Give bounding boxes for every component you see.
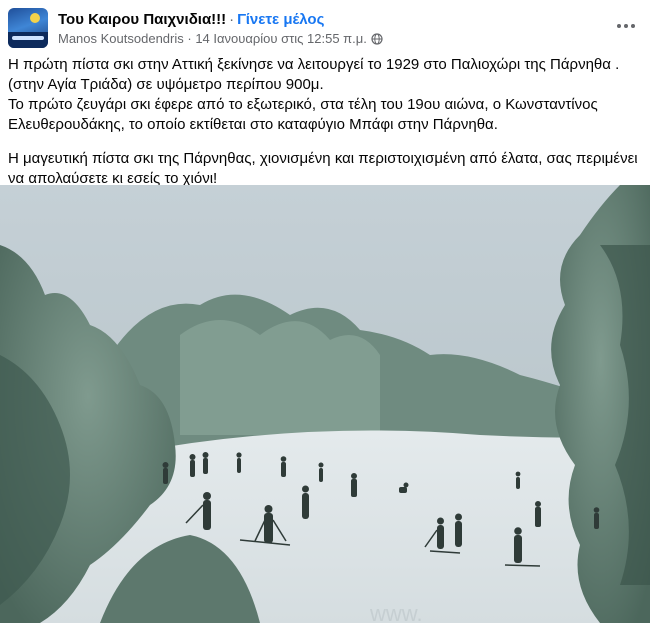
mid-trees-shape bbox=[180, 320, 380, 435]
avatar-band-shape bbox=[8, 32, 48, 48]
group-name-link[interactable]: Του Καιρου Παιχνιδια!!! bbox=[58, 11, 226, 28]
post-body-text: Η πρώτη πίστα σκι στην Αττική ξεκίνησε ν… bbox=[8, 55, 640, 189]
post-meta: Manos Koutsodendris · 14 Ιανουαρίου στις… bbox=[58, 31, 383, 46]
post-photo[interactable]: www. bbox=[0, 185, 650, 623]
more-options-icon[interactable] bbox=[614, 14, 638, 38]
post-timestamp-link[interactable]: 14 Ιανουαρίου στις 12:55 π.μ. bbox=[195, 31, 367, 46]
author-name-link[interactable]: Manos Koutsodendris bbox=[58, 31, 184, 46]
group-avatar[interactable] bbox=[8, 8, 48, 48]
watermark-shape: www. bbox=[369, 601, 423, 623]
post-paragraph-2: Η μαγευτική πίστα σκι της Πάρνηθας, χιον… bbox=[8, 150, 638, 187]
ski-slope-photo: www. bbox=[0, 185, 650, 623]
meta-separator: · bbox=[183, 31, 196, 46]
post-paragraph-1a: Η πρώτη πίστα σκι στην Αττική ξεκίνησε ν… bbox=[8, 56, 620, 93]
join-group-button[interactable]: Γίνετε μέλος bbox=[237, 11, 324, 28]
post-paragraph-1b: Το πρώτο ζευγάρι σκι έφερε από το εξωτερ… bbox=[8, 96, 598, 133]
globe-icon bbox=[371, 32, 383, 45]
title-separator: · bbox=[229, 11, 235, 28]
post-header: Του Καιρου Παιχνιδια!!! · Γίνετε μέλος Man… bbox=[0, 0, 650, 56]
avatar-snow-shape bbox=[12, 36, 44, 40]
avatar-sun-shape bbox=[30, 13, 40, 23]
group-title-line: Του Καιρου Παιχνιδια!!! · Γίνετε μέλος bbox=[58, 11, 324, 28]
